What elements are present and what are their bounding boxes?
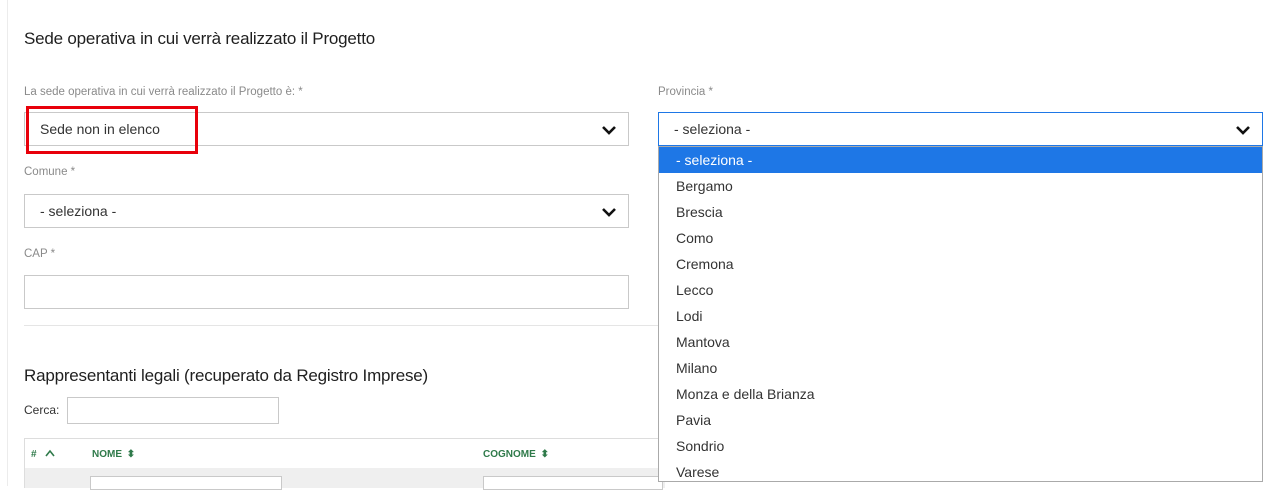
provincia-option[interactable]: Brescia: [659, 199, 1262, 225]
provincia-dropdown-list[interactable]: - seleziona - Bergamo Brescia Como Cremo…: [658, 146, 1263, 482]
provincia-option[interactable]: Bergamo: [659, 173, 1262, 199]
provincia-option[interactable]: Cremona: [659, 251, 1262, 277]
highlight-box: [26, 106, 198, 154]
left-border: [7, 0, 8, 486]
chevron-down-icon: [602, 126, 616, 135]
provincia-option[interactable]: Mantova: [659, 329, 1262, 355]
provincia-option[interactable]: - seleziona -: [659, 147, 1262, 173]
comune-label: Comune *: [24, 166, 76, 178]
col-index-label: #: [31, 449, 37, 460]
provincia-select[interactable]: - seleziona -: [658, 112, 1263, 146]
col-header-cognome[interactable]: COGNOME ⬍: [483, 449, 549, 460]
col-header-index[interactable]: #: [31, 449, 55, 460]
section-title: Sede operativa in cui verrà realizzato i…: [24, 29, 375, 48]
caret-up-icon: [45, 449, 55, 457]
provincia-value: - seleziona -: [674, 121, 751, 137]
provincia-option[interactable]: Como: [659, 225, 1262, 251]
filter-nome-input[interactable]: [90, 476, 282, 490]
chevron-down-icon: [1236, 126, 1250, 135]
sort-icon: ⬍: [540, 449, 549, 460]
table-header: # NOME ⬍ COGNOME ⬍: [24, 438, 664, 469]
comune-select[interactable]: - seleziona -: [24, 194, 629, 228]
provincia-label: Provincia *: [658, 86, 713, 98]
provincia-option[interactable]: Milano: [659, 355, 1262, 381]
provincia-option[interactable]: Lodi: [659, 303, 1262, 329]
sort-icon: ⬍: [126, 449, 136, 460]
provincia-option[interactable]: Varese: [659, 459, 1262, 485]
provincia-option[interactable]: Sondrio: [659, 433, 1262, 459]
rappresentanti-title: Rappresentanti legali (recuperato da Reg…: [24, 366, 429, 385]
filter-cognome-input[interactable]: [483, 476, 663, 490]
provincia-option[interactable]: Lecco: [659, 277, 1262, 303]
col-nome-label: NOME: [92, 449, 122, 460]
section-divider: [24, 325, 664, 326]
search-input[interactable]: [67, 397, 279, 424]
comune-value: - seleziona -: [40, 203, 117, 219]
chevron-down-icon: [602, 208, 616, 217]
cap-input[interactable]: [24, 275, 629, 309]
table-filter-row: [24, 468, 665, 490]
sede-label: La sede operativa in cui verrà realizzat…: [24, 86, 303, 98]
provincia-option[interactable]: Monza e della Brianza: [659, 381, 1262, 407]
col-header-nome[interactable]: NOME ⬍: [92, 449, 135, 460]
provincia-option[interactable]: Pavia: [659, 407, 1262, 433]
col-cognome-label: COGNOME: [483, 449, 536, 460]
search-label: Cerca:: [24, 403, 60, 417]
cap-label: CAP *: [24, 248, 56, 260]
